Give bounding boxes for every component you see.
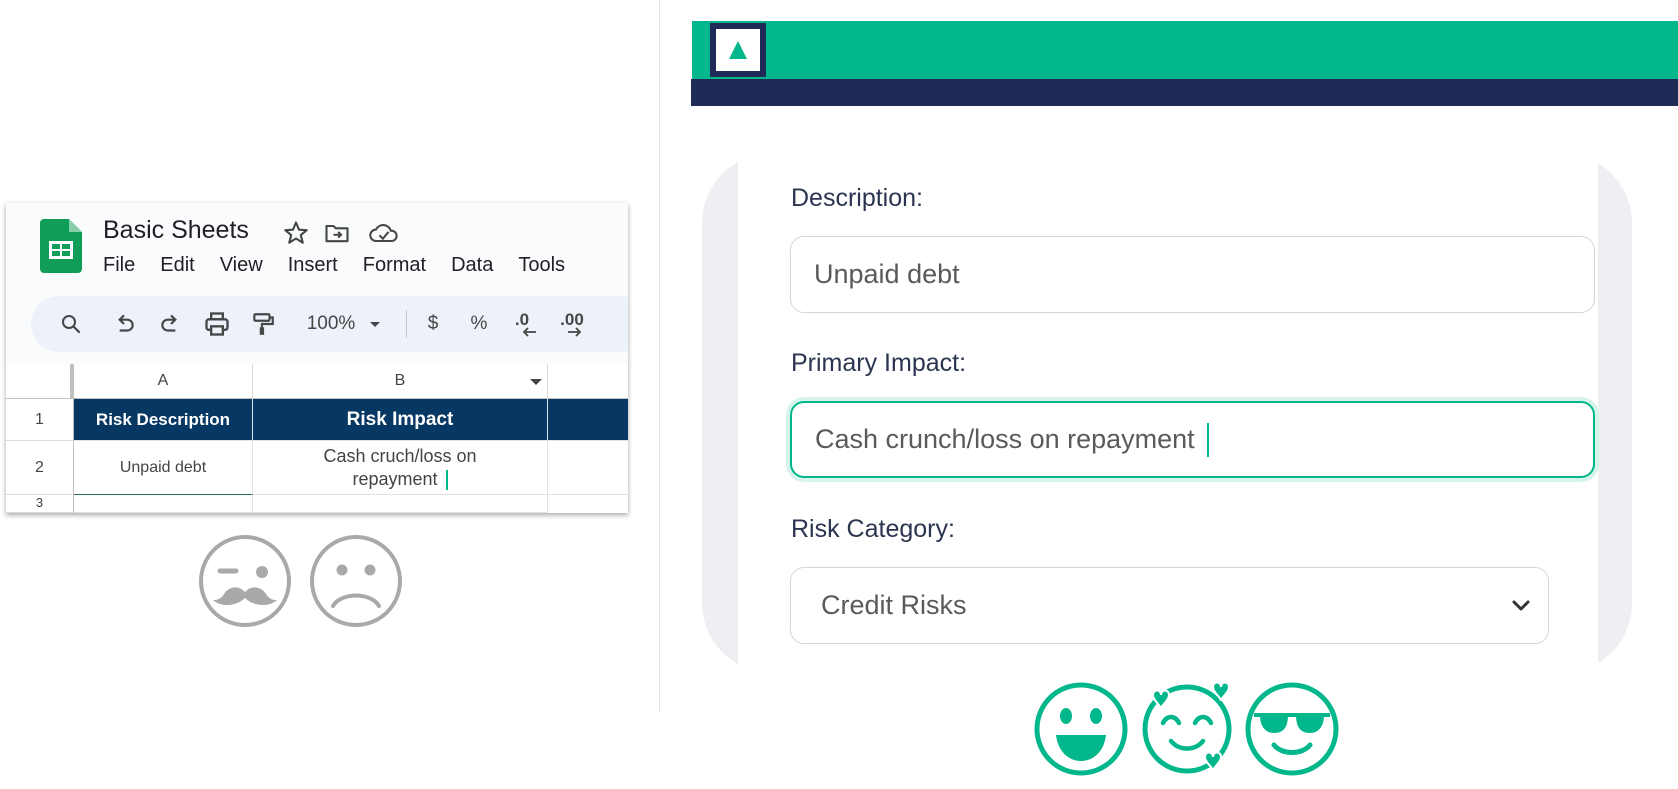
- document-title[interactable]: Basic Sheets: [103, 216, 249, 245]
- column-b-menu-icon[interactable]: [530, 377, 542, 387]
- hearts-smile-emoji-icon: [1142, 681, 1232, 774]
- triangle-logo-icon: [729, 41, 747, 59]
- menu-edit[interactable]: Edit: [160, 254, 194, 277]
- menu-insert[interactable]: Insert: [288, 254, 338, 277]
- frown-emoji-icon: [310, 535, 402, 627]
- decrease-decimal-arrow-icon: [522, 327, 536, 337]
- cell-c1[interactable]: [548, 399, 628, 441]
- description-value: Unpaid debt: [814, 259, 960, 289]
- chevron-down-icon: [1512, 600, 1530, 611]
- menu-view[interactable]: View: [220, 254, 263, 277]
- cell-a1[interactable]: Risk Description: [74, 399, 253, 441]
- app-logo[interactable]: [710, 23, 766, 77]
- cell-a2[interactable]: Unpaid debt: [74, 441, 253, 495]
- column-header-b[interactable]: B: [253, 364, 548, 399]
- sheets-logo-icon: [40, 219, 82, 273]
- search-icon[interactable]: [59, 310, 83, 338]
- app-logo-inner: [716, 29, 760, 71]
- primary-impact-value: Cash crunch/loss on repayment: [815, 424, 1195, 454]
- primary-impact-label: Primary Impact:: [791, 349, 967, 377]
- zoom-dropdown-icon[interactable]: [367, 310, 383, 338]
- panel-divider: [659, 0, 660, 712]
- menu-tools[interactable]: Tools: [518, 254, 565, 277]
- cell-b1[interactable]: Risk Impact: [253, 399, 548, 441]
- increase-decimal-arrow-icon: [568, 327, 582, 337]
- menu-format[interactable]: Format: [363, 254, 426, 277]
- mustache-smirk-emoji-icon: [199, 535, 291, 627]
- column-header-c[interactable]: [548, 364, 628, 399]
- currency-format-button[interactable]: $: [423, 310, 443, 338]
- menu-bar: File Edit View Insert Format Data Tools: [103, 254, 590, 277]
- toolbar: 100% $ % .0 .00: [31, 296, 628, 352]
- app-subheader-bar: [691, 79, 1678, 106]
- star-icon[interactable]: [282, 219, 310, 247]
- cell-b2-line-2: repayment: [352, 468, 448, 491]
- move-to-folder-icon[interactable]: [323, 219, 351, 247]
- paint-format-icon[interactable]: [250, 310, 276, 338]
- cell-b2-line-1: Cash cruch/loss on: [323, 445, 477, 466]
- text-cursor: [1206, 422, 1209, 457]
- risk-category-label: Risk Category:: [791, 515, 955, 543]
- risk-category-select[interactable]: Credit Risks: [790, 567, 1549, 644]
- redo-icon[interactable]: [158, 310, 184, 338]
- column-header-a[interactable]: A: [74, 364, 253, 399]
- sunglasses-emoji-icon: [1245, 682, 1339, 776]
- app-header-bar: [692, 21, 1678, 79]
- row-header-1[interactable]: 1: [6, 399, 74, 441]
- undo-icon[interactable]: [111, 310, 137, 338]
- column-header-b-label: B: [394, 372, 406, 389]
- menu-file[interactable]: File: [103, 254, 135, 277]
- row-header-3[interactable]: 3: [6, 495, 74, 513]
- zoom-select[interactable]: 100%: [301, 310, 361, 338]
- spreadsheet-window: Basic Sheets File Edit View Insert Forma…: [6, 203, 628, 513]
- cloud-saved-icon[interactable]: [368, 219, 400, 247]
- risk-category-value: Credit Risks: [821, 590, 967, 620]
- cell-b2-line-2-text: repayment: [352, 468, 438, 489]
- sheet-grid: A B 1 2 3 Risk Description Risk Impact U…: [6, 364, 628, 513]
- cell-a3[interactable]: [74, 495, 253, 513]
- text-cursor: [445, 469, 448, 490]
- primary-impact-field[interactable]: Cash crunch/loss on repayment: [790, 401, 1595, 478]
- print-icon[interactable]: [203, 310, 231, 338]
- grinning-emoji-icon: [1034, 682, 1128, 776]
- cell-b3[interactable]: [253, 495, 548, 513]
- cell-b2[interactable]: Cash cruch/loss on repayment: [253, 441, 548, 495]
- percent-format-button[interactable]: %: [467, 310, 491, 338]
- cell-c2[interactable]: [548, 441, 628, 495]
- description-field[interactable]: Unpaid debt: [790, 236, 1595, 313]
- select-all-corner[interactable]: [6, 364, 74, 399]
- description-label: Description:: [791, 184, 923, 212]
- row-header-2[interactable]: 2: [6, 441, 74, 495]
- menu-data[interactable]: Data: [451, 254, 493, 277]
- toolbar-separator: [406, 310, 407, 338]
